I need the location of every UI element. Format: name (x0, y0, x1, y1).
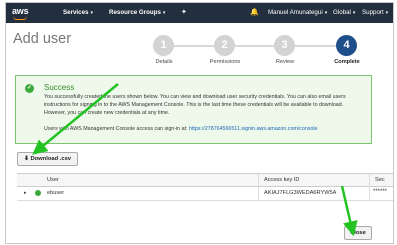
services-label: Services (63, 9, 89, 16)
signin-prefix: Users with AWS Management Console access… (44, 126, 189, 132)
step-4-label: Complete (334, 59, 360, 65)
aws-logo-text: aws (12, 6, 29, 16)
aws-smile-icon (13, 16, 27, 20)
signin-url-link[interactable]: https://278764566511.signin.aws.amazon.c… (189, 126, 318, 132)
header-user[interactable]: User (47, 177, 59, 183)
console-window: aws Services ▾ Resource Groups ▾ ✦ 🔔 Manue… (5, 2, 394, 244)
step-3-label: Review (275, 59, 295, 65)
page-title: Add user (13, 31, 72, 47)
step-4-circle: 4 (336, 35, 357, 56)
aws-logo[interactable]: aws (12, 6, 34, 20)
chevron-down-icon: ▾ (90, 10, 93, 16)
header-access-key[interactable]: Access key ID (264, 177, 299, 183)
cell-access-key: AKIAJ7FLG3WEDA6RYW5A (264, 190, 337, 196)
signin-text: Users with AWS Management Console access… (44, 126, 318, 132)
close-button[interactable]: Close (344, 226, 372, 240)
step-1-circle: 1 (153, 35, 174, 56)
pin-icon[interactable]: ✦ (181, 8, 187, 16)
chevron-down-icon: ▾ (352, 10, 356, 16)
top-navigation-bar: aws Services ▾ Resource Groups ▾ ✦ 🔔 Manue… (6, 3, 393, 23)
resource-groups-label: Resource Groups (109, 9, 161, 16)
step-2-circle: 2 (214, 35, 235, 56)
users-table: User Access key ID Sec ▸ ebuser AKIAJ7FL… (17, 173, 393, 212)
chevron-down-icon: ▾ (162, 10, 166, 16)
steps-connector (163, 45, 348, 47)
region-label: Global (333, 9, 351, 16)
success-message: You successfully created the users shown… (44, 94, 346, 116)
bell-icon[interactable]: 🔔 (250, 8, 259, 16)
services-menu[interactable]: Services ▾ (63, 9, 93, 16)
success-panel: ✓ Success You successfully created the u… (15, 75, 372, 144)
user-name: Manuel Amunategui (268, 9, 323, 16)
download-csv-button[interactable]: ⬇ Download .csv (17, 152, 78, 166)
success-check-icon: ✓ (25, 84, 34, 93)
table-header: User Access key ID Sec (17, 174, 393, 187)
cell-secret-masked: ****** (373, 189, 388, 195)
download-icon: ⬇ (23, 156, 29, 162)
download-csv-label: Download .csv (30, 156, 72, 162)
chevron-down-icon: ▾ (385, 10, 389, 16)
table-row: ▸ ebuser AKIAJ7FLG3WEDA6RYW5A ****** (17, 187, 393, 201)
user-menu[interactable]: Manuel Amunategui ▾ (268, 9, 327, 16)
step-3-circle: 3 (274, 35, 295, 56)
success-title: Success (44, 83, 75, 92)
success-check-icon (35, 190, 41, 196)
resource-groups-menu[interactable]: Resource Groups ▾ (109, 9, 165, 16)
step-2-label: Permissions (209, 59, 241, 65)
chevron-down-icon: ▾ (324, 10, 328, 16)
expand-row-icon[interactable]: ▸ (24, 190, 27, 196)
support-label: Support (362, 9, 384, 16)
support-menu[interactable]: Support ▾ (362, 9, 388, 16)
header-secret[interactable]: Sec (375, 177, 385, 183)
step-1-label: Details (155, 59, 173, 65)
region-menu[interactable]: Global ▾ (333, 9, 355, 16)
cell-user: ebuser (47, 190, 65, 196)
